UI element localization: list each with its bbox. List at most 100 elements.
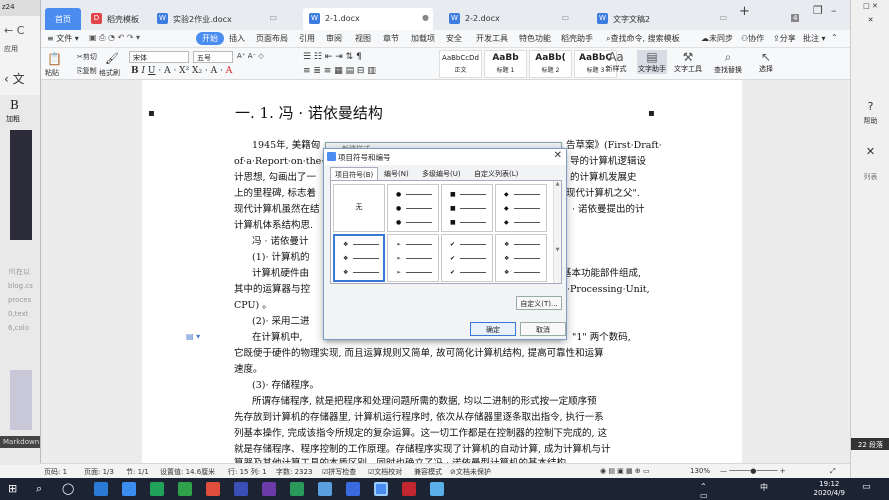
close-icon[interactable]: ✕ bbox=[851, 145, 889, 158]
menu-insert[interactable]: 插入 bbox=[229, 33, 245, 44]
bullet-option-square[interactable]: ■ ■ ■ bbox=[441, 184, 493, 232]
close-icon[interactable]: ✕ bbox=[554, 150, 562, 161]
ime-indicator[interactable]: 中 bbox=[760, 482, 774, 496]
minimize-icon[interactable]: – bbox=[831, 4, 837, 17]
bullet-option-none[interactable]: 无 bbox=[333, 184, 385, 232]
help-label[interactable]: 帮助 bbox=[851, 116, 889, 126]
menu-references[interactable]: 引用 bbox=[299, 33, 315, 44]
tab-doc-2-1[interactable]: W 2-1.docx ● bbox=[303, 8, 433, 30]
bullet-option-diamond[interactable]: ◆ ◆ ◆ bbox=[495, 184, 547, 232]
font-grow-shrink[interactable]: A⁺ A⁻ ◇ bbox=[237, 52, 264, 60]
zoom-slider[interactable]: — ─────●───── + bbox=[720, 467, 786, 475]
restore-window-icon[interactable]: ❐ bbox=[813, 4, 823, 17]
menu-special[interactable]: 特色功能 bbox=[519, 33, 551, 44]
tab-doc-2-2[interactable]: W 2-2.docx ▭ bbox=[443, 8, 573, 30]
tab-doc-1[interactable]: W 实验2作业.docx ▭ bbox=[151, 8, 281, 30]
app-icon[interactable] bbox=[430, 482, 444, 496]
clock[interactable]: 19:12 2020/4/9 bbox=[814, 480, 845, 498]
collab-button[interactable]: ⚇协作 bbox=[741, 33, 764, 44]
quick-access-icons[interactable]: ▣ ⎙ ◔ ↶ ↷ ▾ bbox=[89, 33, 140, 43]
chrome-icon[interactable] bbox=[206, 482, 220, 496]
gallery-scrollbar[interactable]: ▲ ▼ bbox=[553, 181, 561, 283]
search-icon[interactable]: ⌕ bbox=[36, 482, 50, 496]
tab-numbering[interactable]: 编号(N) bbox=[380, 167, 413, 180]
cancel-button[interactable]: 取消 bbox=[520, 322, 566, 336]
style-heading-2[interactable]: AaBb(标题 2 bbox=[529, 50, 572, 78]
paste-button[interactable]: 粘贴 bbox=[45, 68, 59, 78]
help-icon[interactable]: ? bbox=[851, 100, 889, 113]
app-icon[interactable] bbox=[318, 482, 332, 496]
menu-page-layout[interactable]: 页面布局 bbox=[256, 33, 288, 44]
text-tools-button[interactable]: ⚒ 文字工具 bbox=[673, 50, 703, 74]
customize-button[interactable]: 自定义(T)... bbox=[516, 296, 562, 310]
align-buttons[interactable]: ≡ ≣ ≡ ▦ ▤ ⊟ ▥ bbox=[303, 66, 376, 76]
app-icon[interactable] bbox=[346, 482, 360, 496]
sync-status[interactable]: ☁未同步 bbox=[701, 33, 733, 44]
format-painter-button[interactable]: 格式刷 bbox=[99, 68, 120, 78]
app-icon[interactable] bbox=[234, 482, 248, 496]
paragraph-handle-icon[interactable]: ▤ ▾ bbox=[186, 332, 200, 341]
notification-icon[interactable]: ▭ bbox=[862, 482, 876, 496]
app-icon[interactable] bbox=[402, 482, 416, 496]
tab-restore-icon[interactable]: ▭ bbox=[561, 13, 569, 22]
menu-review[interactable]: 审阅 bbox=[326, 33, 342, 44]
app-icon[interactable] bbox=[262, 482, 276, 496]
close-panel-icon[interactable]: ✕ bbox=[851, 16, 889, 24]
copy-button[interactable]: ⎘复制 bbox=[77, 66, 97, 76]
tray-icons[interactable]: ⌃ ▭ ♪ bbox=[700, 482, 714, 500]
heading-1[interactable]: 一. 1. 冯 · 诺依曼结构 bbox=[235, 102, 383, 123]
menu-file[interactable]: ≡ 文件 ▾ bbox=[47, 33, 79, 44]
tab-bullets[interactable]: 项目符号(B) bbox=[330, 167, 379, 180]
tab-home[interactable]: 首页 bbox=[45, 8, 81, 30]
wps-writer-icon[interactable] bbox=[374, 482, 388, 496]
doc-check-button[interactable]: ☑文档校对 bbox=[368, 467, 402, 477]
tab-doc-wenzi[interactable]: W 文字文稿2 ▭ bbox=[591, 8, 731, 30]
command-search[interactable]: ⌕查找命令, 搜索模板 bbox=[606, 33, 680, 44]
bg-apps-link[interactable]: 应用 bbox=[0, 42, 40, 56]
tab-restore-icon[interactable]: ▭ bbox=[269, 13, 277, 22]
window-controls[interactable]: □ ✕ bbox=[851, 2, 889, 10]
bullet-option-four-diamond[interactable]: ❖ ❖ ❖ bbox=[333, 234, 385, 282]
font-size-select[interactable]: 五号 bbox=[193, 51, 233, 63]
app-icon[interactable] bbox=[290, 482, 304, 496]
new-style-button[interactable]: Aa 新样式 bbox=[601, 50, 631, 74]
comment-button[interactable]: 批注 ▾ bbox=[803, 33, 826, 44]
zoom-level[interactable]: 130% bbox=[690, 467, 710, 475]
tab-custom-list[interactable]: 自定义列表(L) bbox=[470, 167, 522, 180]
select-button[interactable]: ↖ 选择 bbox=[751, 50, 781, 74]
menu-dev-tools[interactable]: 开发工具 bbox=[476, 33, 508, 44]
format-painter-icon[interactable]: 🖌 bbox=[105, 52, 119, 65]
task-view-icon[interactable]: ◯ bbox=[62, 482, 76, 496]
edge-icon[interactable] bbox=[94, 482, 108, 496]
style-heading-1[interactable]: AaBb 标题 1 bbox=[484, 50, 527, 78]
font-name-select[interactable]: 宋体 bbox=[129, 51, 189, 63]
status-word-count[interactable]: 字数: 2323 bbox=[276, 467, 312, 477]
menu-view[interactable]: 视图 bbox=[355, 33, 371, 44]
bullet-option-check[interactable]: ✔ ✔ ✔ bbox=[441, 234, 493, 282]
tab-docer-templates[interactable]: D 稻壳模板 bbox=[85, 8, 147, 30]
add-tab-button[interactable]: + bbox=[739, 4, 750, 19]
style-normal[interactable]: AaBbCcDd 正文 bbox=[439, 50, 482, 78]
ok-button[interactable]: 确定 bbox=[470, 322, 516, 336]
windows-start-icon[interactable]: ⊞ bbox=[8, 482, 22, 496]
menu-addins[interactable]: 加载项 bbox=[411, 33, 435, 44]
fullscreen-icon[interactable]: ⤢ bbox=[830, 467, 836, 476]
bg-bold-button[interactable]: B bbox=[10, 98, 19, 112]
find-replace-button[interactable]: ⌕ 查找替换 bbox=[713, 50, 743, 75]
paste-icon[interactable]: 📋 bbox=[47, 52, 62, 66]
share-button[interactable]: ⇪分享 bbox=[773, 33, 796, 44]
text-assistant-button[interactable]: ▤ 文字助手 bbox=[637, 50, 667, 74]
spell-check-button[interactable]: ☑拼写检查 bbox=[322, 467, 356, 477]
status-protect[interactable]: ⊘文档未保护 bbox=[450, 467, 491, 477]
bullet-option-star-diamond[interactable]: ❖ ❖ ❖ bbox=[495, 234, 547, 282]
app-icon[interactable] bbox=[150, 482, 164, 496]
menu-docer-assistant[interactable]: 稻壳助手 bbox=[561, 33, 593, 44]
list-buttons[interactable]: ☰ ☷ ⇤ ⇥ ⇅ ¶ bbox=[303, 52, 362, 62]
menu-chapter[interactable]: 章节 bbox=[383, 33, 399, 44]
menu-start[interactable]: 开始 bbox=[196, 32, 224, 45]
cut-button[interactable]: ✂剪切 bbox=[77, 52, 97, 62]
bg-tab[interactable]: z24 bbox=[0, 0, 40, 16]
view-mode-icons[interactable]: ◉ ▤ ▣ ▦ ⊕ ▭ bbox=[600, 467, 650, 475]
wechat-icon[interactable] bbox=[178, 482, 192, 496]
ribbon-collapse-icon[interactable]: ⌃ bbox=[831, 33, 838, 42]
